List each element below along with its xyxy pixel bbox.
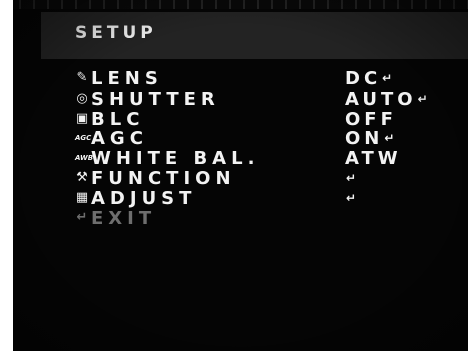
menu-item-function[interactable]: ⚒ FUNCTION xyxy=(75,167,236,189)
white-balance-value[interactable]: ATW xyxy=(345,147,402,169)
signal-noise-strip xyxy=(13,0,468,9)
menu-item-label: FUNCTION xyxy=(91,167,236,189)
shutter-value[interactable]: AUTO ↵ xyxy=(345,88,428,110)
menu-item-value: ON xyxy=(345,127,384,149)
menu-item-lens[interactable]: ✎ LENS xyxy=(75,67,163,89)
menu-item-label: SHUTTER xyxy=(91,88,220,110)
menu-item-value: AUTO xyxy=(345,88,417,110)
menu-item-blc[interactable]: ▣ BLC xyxy=(75,108,145,130)
lens-icon: ✎ xyxy=(76,70,88,85)
enter-icon: ↵ xyxy=(417,92,428,106)
menu-item-value: ATW xyxy=(345,147,402,169)
enter-icon: ↵ xyxy=(346,191,357,205)
enter-icon: ↵ xyxy=(346,171,357,185)
function-tools-icon: ⚒ xyxy=(76,170,88,185)
adjust-value[interactable]: ↵ xyxy=(345,188,356,208)
menu-item-label: WHITE BAL. xyxy=(91,147,260,169)
menu-item-agc[interactable]: AGC AGC xyxy=(75,127,148,149)
lens-value[interactable]: DC ↵ xyxy=(345,67,393,89)
function-value[interactable]: ↵ xyxy=(345,168,356,188)
exit-icon: ↵ xyxy=(76,210,88,225)
enter-icon: ↵ xyxy=(382,71,393,85)
white-balance-icon: AWB xyxy=(75,154,94,162)
agc-icon: AGC xyxy=(75,134,92,142)
menu-item-label: AGC xyxy=(91,127,148,149)
menu-item-label: BLC xyxy=(91,108,145,130)
menu-item-label: EXIT xyxy=(91,207,157,229)
agc-value[interactable]: ON ↵ xyxy=(345,127,395,149)
enter-icon: ↵ xyxy=(384,131,395,145)
menu-item-value: DC xyxy=(345,67,382,89)
adjust-icon: ▦ xyxy=(75,190,89,205)
menu-item-label: ADJUST xyxy=(91,187,197,209)
menu-item-white-balance[interactable]: AWB WHITE BAL. xyxy=(75,147,260,169)
menu-item-exit[interactable]: ↵ EXIT xyxy=(75,207,157,229)
menu-item-adjust[interactable]: ▦ ADJUST xyxy=(75,187,197,209)
setup-title: SETUP xyxy=(75,23,157,43)
menu-item-value: OFF xyxy=(345,108,397,130)
blc-icon: ▣ xyxy=(75,111,89,126)
menu-item-label: LENS xyxy=(91,67,163,89)
menu-item-shutter[interactable]: ◎ SHUTTER xyxy=(75,88,220,110)
blc-value[interactable]: OFF xyxy=(345,108,397,130)
osd-screen: SETUP ✎ LENS DC ↵ ◎ SHUTTER AUTO ↵ ▣ BLC… xyxy=(13,0,468,351)
setup-header: SETUP xyxy=(41,12,468,59)
shutter-icon: ◎ xyxy=(76,91,88,106)
